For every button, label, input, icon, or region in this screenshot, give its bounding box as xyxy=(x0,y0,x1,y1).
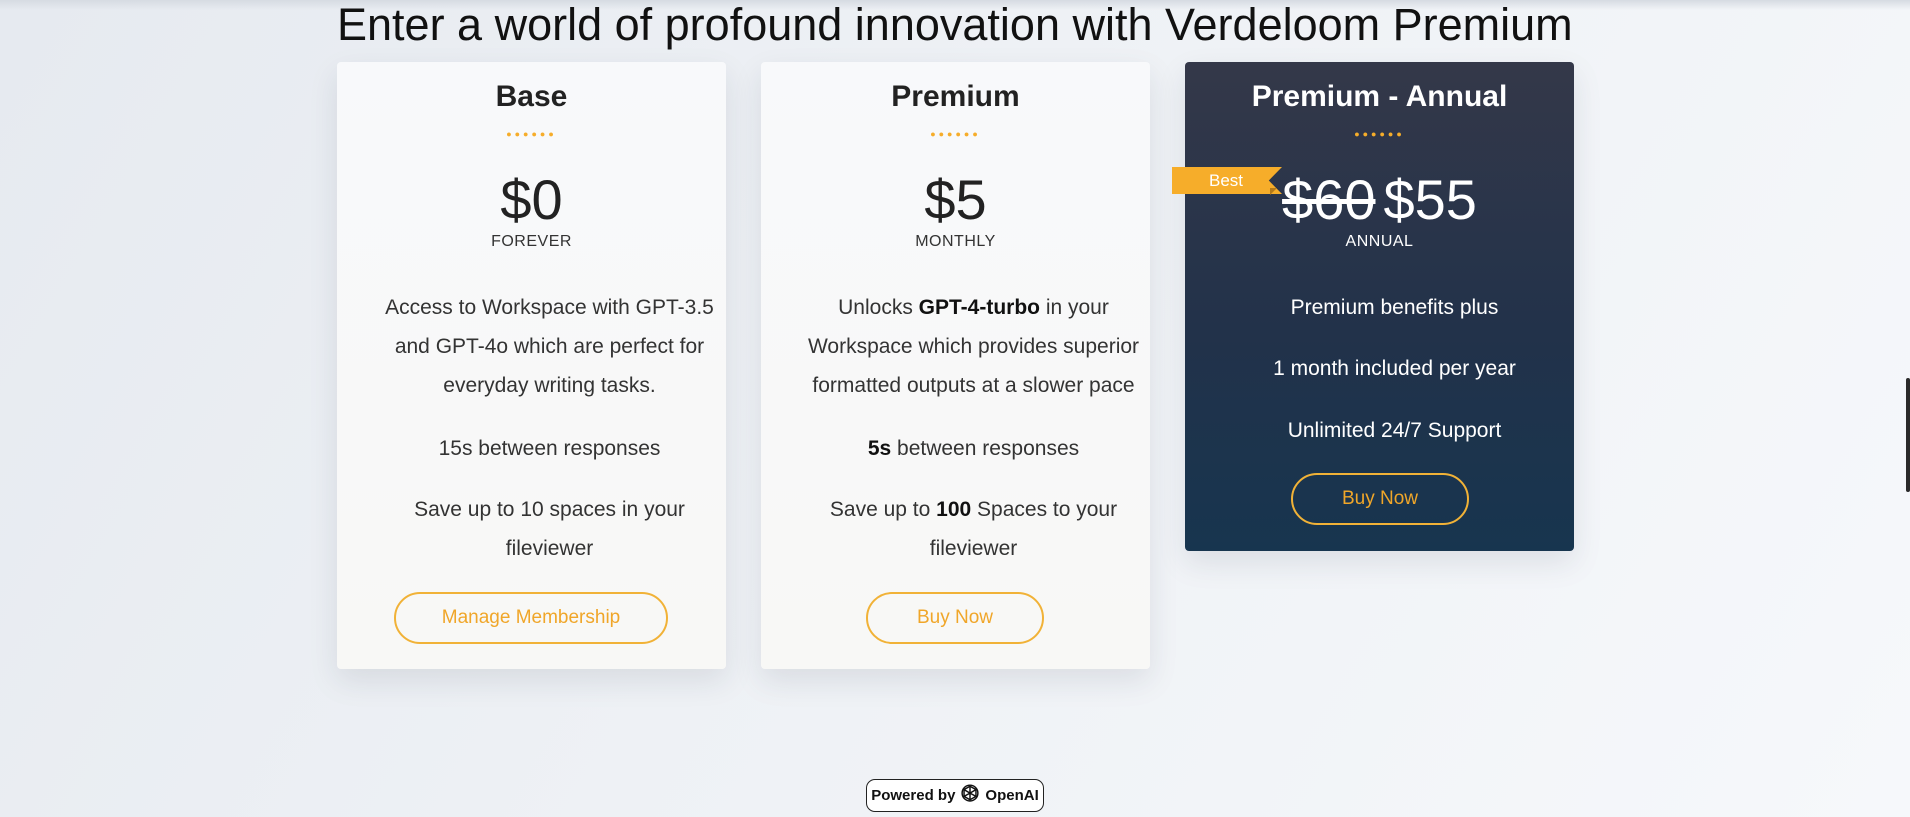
plan-price: $0 xyxy=(500,168,563,231)
ribbon-fold xyxy=(1270,188,1277,195)
plan-feature: Save up to 10 spaces in your fileviewer xyxy=(414,498,685,560)
plan-title: Premium - Annual xyxy=(1251,80,1508,113)
powered-by-badge[interactable]: Powered by OpenAI xyxy=(866,779,1044,812)
feature-text: between responses xyxy=(891,437,1080,460)
plan-period: FOREVER xyxy=(491,233,572,250)
brand-name: OpenAI xyxy=(985,787,1039,804)
plan-feature: 1 month included per year xyxy=(1273,357,1516,380)
best-ribbon: Best xyxy=(1172,167,1282,194)
manage-membership-button[interactable]: Manage Membership xyxy=(394,592,668,644)
feature-text: Save up to xyxy=(829,498,937,521)
plan-feature: Save up to 100 Spaces to your fileviewer xyxy=(821,490,1126,568)
plan-card-base: Base ●●●●●● $0 FOREVER Access to Workspa… xyxy=(337,62,726,669)
plan-feature: Unlimited 24/7 Support xyxy=(1287,419,1502,442)
page-headline: Enter a world of profound innovation wit… xyxy=(337,0,1573,50)
plan-feature: Premium benefits plus xyxy=(1290,296,1499,319)
plan-feature: Access to Workspace with GPT-3.5 and GPT… xyxy=(385,296,714,397)
decorative-dots: ●●●●●● xyxy=(930,129,981,139)
decorative-dots: ●●●●●● xyxy=(1354,129,1405,139)
plan-period: ANNUAL xyxy=(1345,233,1414,250)
scrollbar[interactable] xyxy=(1906,378,1910,492)
plan-title: Base xyxy=(495,80,568,113)
feature-text: Unlocks xyxy=(838,296,919,319)
buy-now-button-annual[interactable]: Buy Now xyxy=(1291,473,1469,525)
openai-logo-icon xyxy=(959,783,981,809)
plan-feature: Unlocks GPT-4-turbo in your Workspace wh… xyxy=(805,288,1142,405)
current-price: $55 xyxy=(1383,168,1477,231)
plan-title: Premium xyxy=(891,80,1020,113)
plan-card-annual: Premium - Annual ●●●●●● $60 $55 ANNUAL Pr… xyxy=(1185,62,1574,551)
plan-feature: 15s between responses xyxy=(438,437,661,460)
feature-highlight: 100 xyxy=(936,498,972,521)
decorative-dots: ●●●●●● xyxy=(506,129,557,139)
feature-highlight: GPT-4-turbo xyxy=(918,296,1040,319)
plan-price: $5 xyxy=(924,168,987,231)
old-price: $60 xyxy=(1282,168,1376,231)
plan-feature: 5s between responses xyxy=(805,429,1142,468)
feature-highlight: 5s xyxy=(867,437,892,460)
powered-by-label: Powered by xyxy=(871,787,956,804)
plan-period: MONTHLY xyxy=(915,233,996,250)
plan-card-premium: Premium ●●●●●● $5 MONTHLY Unlocks GPT-4-… xyxy=(761,62,1150,669)
buy-now-button-premium[interactable]: Buy Now xyxy=(866,592,1044,644)
